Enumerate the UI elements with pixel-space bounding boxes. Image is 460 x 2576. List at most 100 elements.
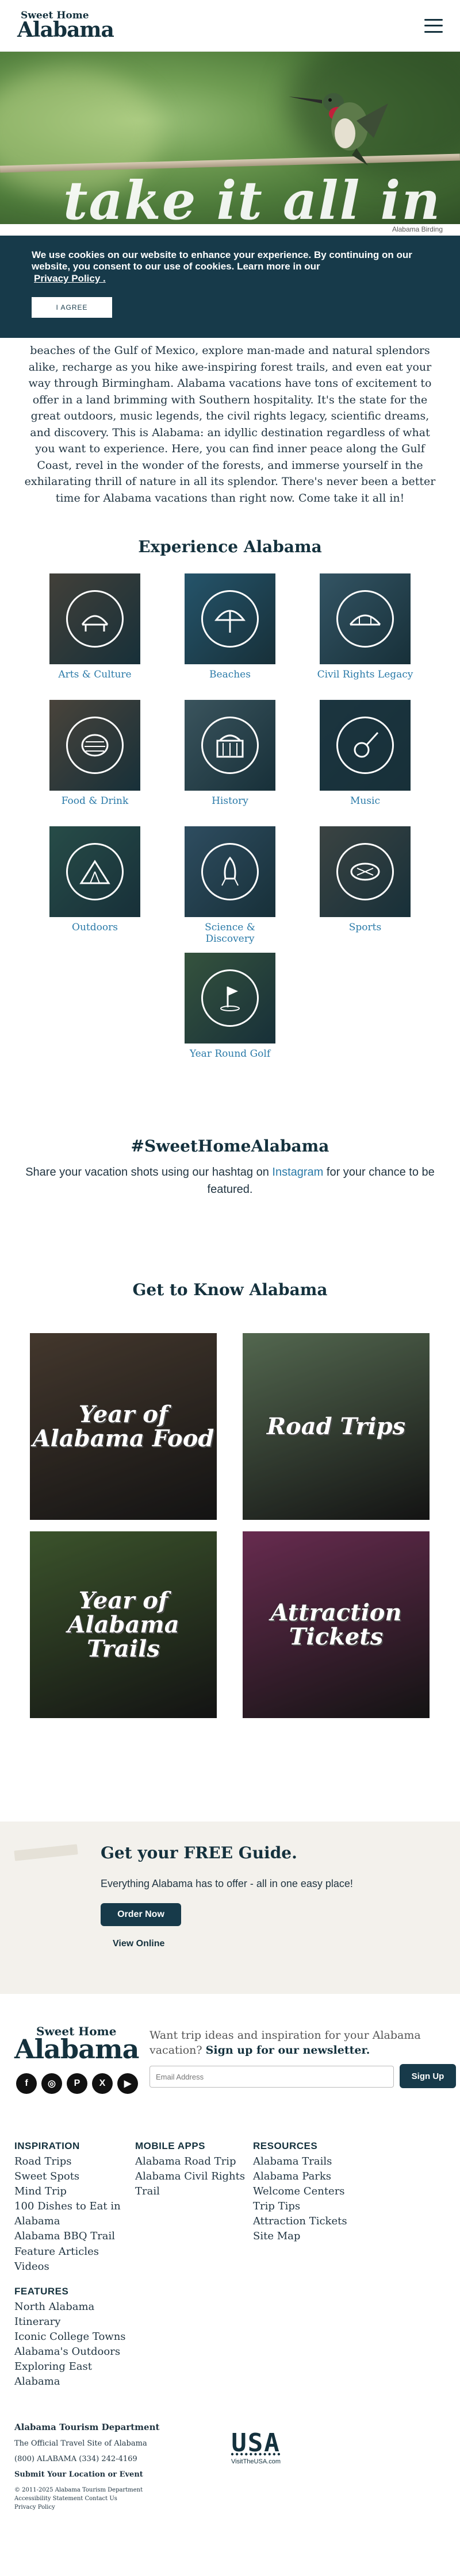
features-heading: FEATURES [14, 2286, 69, 2297]
category-label: History [212, 795, 248, 807]
org-phone[interactable]: (800) ALABAMA (334) 242-4169 [14, 2455, 204, 2463]
visit-usa-logo[interactable]: USA VisitTheUSA.com [216, 2431, 296, 2466]
umbrella-icon [214, 610, 246, 633]
cookie-message: We use cookies on our website to enhance… [32, 249, 412, 284]
footer-link[interactable]: Alabama Trails [253, 2154, 368, 2169]
category-card[interactable]: Arts & Culture [46, 573, 144, 680]
stadium-icon [350, 862, 380, 881]
category-card[interactable]: Civil Rights Legacy [316, 573, 414, 680]
footer-link[interactable]: Alabama's Outdoors [14, 2344, 129, 2359]
footer-link[interactable]: Road Trips [14, 2154, 124, 2169]
usa-logo-url: VisitTheUSA.com [231, 2458, 281, 2465]
category-card[interactable]: Outdoors [46, 826, 144, 933]
category-tile-image [320, 700, 411, 791]
footer-logo[interactable]: Sweet Home Alabama [14, 2026, 139, 2062]
category-tile-image [49, 700, 140, 791]
footer-link[interactable]: Alabama BBQ Trail [14, 2229, 124, 2244]
footer-link[interactable]: Iconic College Towns [14, 2329, 129, 2344]
newsletter-signup-button[interactable]: Sign Up [400, 2064, 456, 2088]
footer-col-mobile-apps: MOBILE APPS Alabama Road Trip Alabama Civ… [135, 2140, 250, 2199]
category-card[interactable]: Food & Drink [46, 700, 144, 807]
x-icon[interactable]: X [92, 2073, 113, 2094]
submit-event-link[interactable]: Submit Your Location or Event [14, 2470, 204, 2479]
experience-heading: Experience Alabama [138, 537, 322, 556]
category-label: Beaches [209, 669, 251, 680]
bbq-icon [81, 734, 109, 757]
inspiration-heading: INSPIRATION [14, 2140, 80, 2151]
pinterest-icon[interactable]: P [67, 2073, 87, 2094]
capitol-icon [216, 734, 244, 758]
footer-logo-line2: Alabama [14, 2034, 139, 2065]
get-to-know-card[interactable]: Attraction Tickets [243, 1531, 430, 1718]
hashtag-heading: #SweetHomeAlabama [131, 1137, 329, 1156]
footer-col-features: FEATURES North Alabama Itinerary Iconic C… [14, 2286, 129, 2390]
tent-icon [79, 860, 110, 884]
social-links: f ◎ P X ▶ [16, 2073, 138, 2094]
footer-link[interactable]: Attraction Tickets [253, 2214, 368, 2229]
footer-link[interactable]: Feature Articles [14, 2244, 124, 2259]
footer-col-inspiration: INSPIRATION Road Trips Sweet Spots Mind Tr… [14, 2140, 124, 2274]
hamburger-menu-icon[interactable] [424, 18, 443, 33]
footer-link[interactable]: Mind Trip [14, 2184, 124, 2199]
site-header: Sweet Home Alabama [0, 0, 460, 52]
order-now-button[interactable]: Order Now [101, 1903, 181, 1926]
get-to-know-card[interactable]: Year of Alabama Food [30, 1333, 217, 1520]
category-label: Science & Discovery [205, 922, 255, 945]
footer-link[interactable]: Videos [14, 2259, 124, 2274]
get-to-know-card[interactable]: Year of Alabama Trails [30, 1531, 217, 1718]
category-tile-image [49, 573, 140, 664]
footer-link[interactable]: Exploring East Alabama [14, 2359, 129, 2389]
category-card[interactable]: History [181, 700, 279, 807]
privacy-policy-link[interactable]: Privacy Policy . [34, 273, 106, 284]
site-footer: Sweet Home Alabama Want trip ideas and i… [0, 1994, 460, 2576]
category-tile-image [185, 573, 275, 664]
free-guide-section: Get your FREE Guide. Everything Alabama … [0, 1822, 460, 1994]
footer-link[interactable]: Alabama Parks [253, 2169, 368, 2184]
youtube-icon[interactable]: ▶ [117, 2073, 138, 2094]
footer-link[interactable]: Site Map [253, 2229, 368, 2244]
theater-icon [81, 615, 109, 632]
org-subtitle: The Official Travel Site of Alabama [14, 2439, 147, 2448]
instagram-link[interactable]: Instagram [272, 1166, 323, 1179]
card-title: Attraction Tickets [270, 1599, 402, 1650]
footer-link[interactable]: Alabama Civil Rights Trail [135, 2169, 250, 2199]
footer-link[interactable]: 100 Dishes to Eat in Alabama [14, 2199, 124, 2229]
footer-org-info: Alabama Tourism Department The Official … [14, 2422, 204, 2510]
instagram-icon[interactable]: ◎ [41, 2073, 62, 2094]
logo-line2: Alabama [17, 18, 114, 42]
get-to-know-card[interactable]: Road Trips [243, 1333, 430, 1520]
category-card[interactable]: Year Round Golf [181, 953, 279, 1060]
rocket-icon [221, 856, 239, 886]
accessibility-contact-links[interactable]: Accessibility Statement Contact Us [14, 2496, 204, 2502]
category-card[interactable]: Science & Discovery [181, 826, 279, 945]
category-tile-image [185, 700, 275, 791]
bridge-icon [349, 614, 381, 626]
hummingbird-image [289, 93, 388, 165]
footer-link[interactable]: North Alabama Itinerary [14, 2300, 129, 2329]
card-title: Road Trips [266, 1412, 406, 1440]
category-tile-image [49, 826, 140, 917]
footer-privacy-link[interactable]: Privacy Policy [14, 2504, 204, 2510]
footer-col-resources: RESOURCES Alabama Trails Alabama Parks Wel… [253, 2140, 368, 2244]
footer-link[interactable]: Welcome Centers [253, 2184, 368, 2199]
facebook-icon[interactable]: f [16, 2073, 37, 2094]
cookie-agree-button[interactable]: I AGREE [32, 297, 112, 318]
category-tile-image [185, 953, 275, 1044]
site-logo[interactable]: Sweet Home Alabama [17, 11, 114, 42]
org-name: Alabama Tourism Department [14, 2422, 160, 2432]
hero-title: take it all in [63, 170, 442, 224]
category-card[interactable]: Sports [316, 826, 414, 933]
category-card[interactable]: Beaches [181, 573, 279, 680]
footer-link[interactable]: Alabama Road Trip [135, 2154, 250, 2169]
category-label: Civil Rights Legacy [317, 669, 413, 680]
card-title: Year of Alabama Food [32, 1400, 214, 1452]
category-card[interactable]: Music [316, 700, 414, 807]
footer-link[interactable]: Trip Tips [253, 2199, 368, 2214]
view-online-link[interactable]: View Online [113, 1939, 164, 1949]
footer-link[interactable]: Sweet Spots [14, 2169, 124, 2184]
category-label: Outdoors [72, 922, 118, 933]
newsletter-email-input[interactable] [150, 2066, 394, 2088]
resources-heading: RESOURCES [253, 2140, 318, 2151]
category-tile-image [320, 573, 411, 664]
golf-flag-icon [220, 987, 240, 1011]
